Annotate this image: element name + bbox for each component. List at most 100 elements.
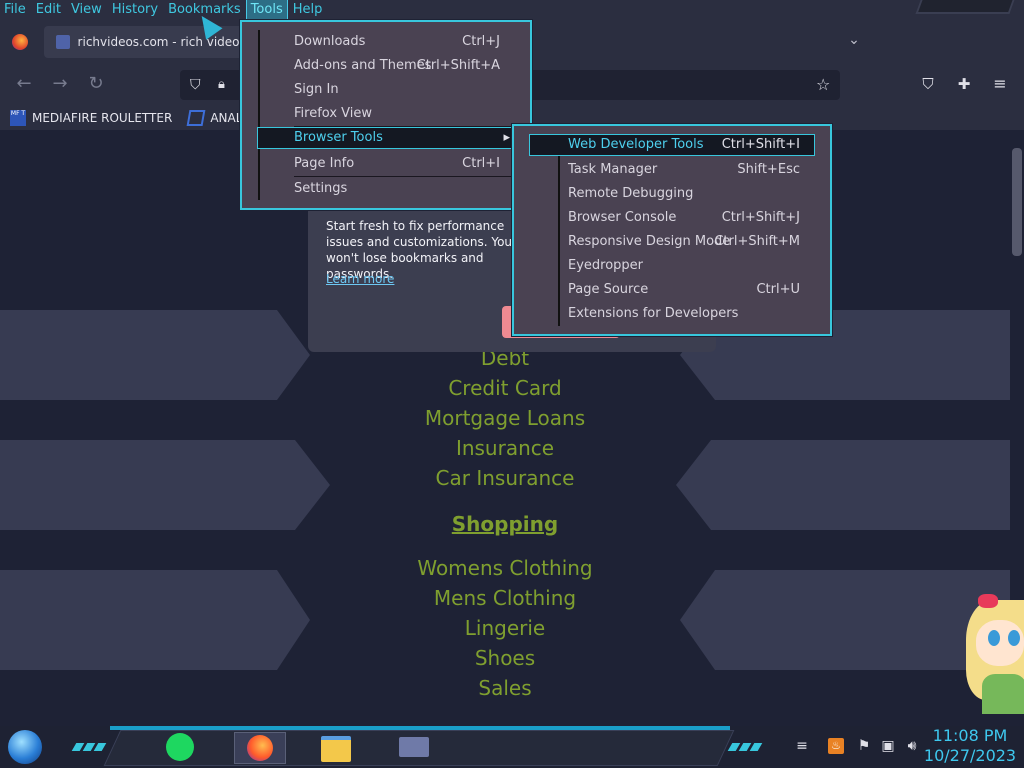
bookmark-star-icon[interactable]: ☆ — [816, 76, 834, 94]
shield-icon[interactable]: ⛉ — [190, 77, 204, 93]
bookmark-site-icon — [186, 110, 206, 126]
menu-item-page-source[interactable]: Page Source Ctrl+U — [568, 278, 800, 302]
menu-item-eyedropper[interactable]: Eyedropper — [568, 254, 800, 278]
menu-item-label: Browser Console — [568, 210, 677, 225]
link-car-insurance[interactable]: Car Insurance — [380, 466, 630, 490]
bookmark-mediafire[interactable]: MF T MEDIAFIRE ROULETTER — [10, 110, 172, 126]
show-hidden-icons[interactable]: ≡ — [794, 738, 810, 754]
menu-item-shortcut: Ctrl+J — [462, 34, 500, 49]
menu-file[interactable]: File — [0, 0, 30, 20]
browser-tools-submenu: Web Developer Tools Ctrl+Shift+I Task Man… — [512, 124, 832, 336]
firefox-view-icon[interactable] — [12, 34, 28, 50]
menu-tools[interactable]: Tools — [245, 0, 288, 21]
taskbar-decoration — [71, 740, 110, 751]
hamburger-menu-icon[interactable]: ≡ — [990, 74, 1010, 94]
window-icon — [399, 737, 429, 757]
start-orb-button[interactable] — [8, 730, 42, 764]
link-mortgage-loans[interactable]: Mortgage Loans — [380, 406, 630, 430]
menu-item-page-info[interactable]: Page Info Ctrl+I — [294, 152, 500, 176]
clock-time[interactable]: 11:08 PM — [920, 726, 1020, 745]
menu-item-shortcut: Ctrl+Shift+A — [416, 58, 500, 73]
menu-item-shortcut: Ctrl+I — [462, 156, 500, 171]
menu-gutter — [558, 134, 560, 326]
menu-item-shortcut: Ctrl+Shift+M — [714, 234, 800, 249]
link-lingerie[interactable]: Lingerie — [380, 616, 630, 640]
menu-item-label: Task Manager — [568, 162, 658, 177]
menu-item-label: Page Source — [568, 282, 649, 297]
link-shoes[interactable]: Shoes — [380, 646, 630, 670]
tab-richvideos[interactable]: richvideos.com - rich videos R — [44, 26, 252, 58]
background-shape — [676, 440, 1010, 530]
submenu-arrow-icon: ▸ — [503, 130, 510, 145]
network-icon[interactable]: ▣ — [880, 738, 896, 754]
tools-menu: Downloads Ctrl+J Add-ons and Themes Ctrl+S… — [240, 20, 532, 210]
link-insurance[interactable]: Insurance — [380, 436, 630, 460]
folder-icon — [321, 736, 351, 762]
link-credit-card[interactable]: Credit Card — [380, 376, 630, 400]
menu-item-task-manager[interactable]: Task Manager Shift+Esc — [568, 158, 800, 182]
menu-item-label: Add-ons and Themes — [294, 58, 432, 73]
background-shape — [0, 440, 330, 530]
reload-icon[interactable]: ↻ — [82, 70, 110, 98]
menu-item-label: Settings — [294, 181, 348, 196]
menu-item-label: Eyedropper — [568, 258, 644, 273]
taskbar-app-window[interactable] — [384, 732, 444, 762]
link-sales[interactable]: Sales — [380, 676, 630, 700]
action-center-flag-icon[interactable]: ⚑ — [856, 738, 872, 754]
taskbar-app-file-explorer[interactable] — [320, 732, 352, 762]
background-shape — [680, 570, 1010, 670]
menu-item-label: Responsive Design Mode — [568, 234, 731, 249]
menu-item-addons-themes[interactable]: Add-ons and Themes Ctrl+Shift+A — [294, 54, 500, 78]
menu-history[interactable]: History — [108, 0, 162, 20]
link-mens-clothing[interactable]: Mens Clothing — [380, 586, 630, 610]
section-title-shopping[interactable]: Shopping — [380, 512, 630, 536]
site-favicon-icon — [56, 35, 70, 49]
menu-item-shortcut: Ctrl+U — [756, 282, 800, 297]
menu-gutter — [258, 30, 260, 200]
menu-item-browser-console[interactable]: Browser Console Ctrl+Shift+J — [568, 206, 800, 230]
menu-item-sign-in[interactable]: Sign In — [294, 78, 500, 102]
menu-item-downloads[interactable]: Downloads Ctrl+J — [294, 30, 500, 54]
learn-more-link[interactable]: Learn more — [326, 272, 394, 286]
menu-item-web-developer-tools[interactable]: Web Developer Tools Ctrl+Shift+I — [529, 134, 815, 156]
pocket-icon[interactable]: ⛉ — [918, 74, 938, 94]
taskbar-app-spotify[interactable] — [164, 732, 196, 762]
taskbar-app-firefox[interactable] — [234, 732, 286, 764]
background-shape — [0, 310, 310, 400]
menu-view[interactable]: View — [67, 0, 106, 20]
menu-item-extensions-for-developers[interactable]: Extensions for Developers — [568, 302, 800, 326]
extensions-puzzle-icon[interactable]: ✚ — [954, 74, 974, 94]
menu-item-settings[interactable]: Settings — [294, 177, 500, 201]
menu-item-remote-debugging[interactable]: Remote Debugging — [568, 182, 800, 206]
bookmark-label: MEDIAFIRE ROULETTER — [32, 111, 173, 125]
menu-item-label: Page Info — [294, 156, 355, 171]
taskbar-decoration — [727, 740, 766, 751]
menu-item-label: Firefox View — [294, 106, 373, 121]
menu-item-shortcut: Ctrl+Shift+I — [721, 137, 800, 152]
link-womens-clothing[interactable]: Womens Clothing — [380, 556, 630, 580]
clock-date[interactable]: 10/27/2023 — [920, 746, 1020, 765]
firefox-icon — [247, 735, 273, 761]
menu-help[interactable]: Help — [289, 0, 327, 20]
volume-icon[interactable]: 🔊︎ — [904, 738, 920, 754]
menu-item-shortcut: Shift+Esc — [737, 162, 800, 177]
menu-item-label: Sign In — [294, 82, 339, 97]
menu-item-label: Browser Tools — [294, 130, 383, 145]
menu-item-responsive-design-mode[interactable]: Responsive Design Mode Ctrl+Shift+M — [568, 230, 800, 254]
spotify-icon — [166, 733, 194, 761]
menu-item-browser-tools[interactable]: Browser Tools ▸ — [257, 127, 515, 149]
menu-item-label: Web Developer Tools — [568, 137, 704, 152]
menu-edit[interactable]: Edit — [32, 0, 65, 20]
menu-bar: File Edit View History Bookmarks Tools H… — [0, 0, 1024, 21]
lock-icon[interactable]: 🔒︎ — [218, 77, 232, 93]
java-tray-icon[interactable]: ♨ — [828, 738, 844, 754]
menu-separator — [294, 126, 514, 127]
menu-item-label: Remote Debugging — [568, 186, 694, 201]
tab-title: richvideos.com - rich videos R — [77, 35, 252, 49]
tab-list-chevron-down-icon[interactable]: ⌄ — [846, 32, 862, 48]
menu-item-firefox-view[interactable]: Firefox View — [294, 102, 500, 126]
forward-arrow-icon[interactable]: → — [46, 70, 74, 98]
scrollbar-thumb[interactable] — [1012, 148, 1022, 256]
window-decoration — [915, 0, 1015, 14]
back-arrow-icon[interactable]: ← — [10, 70, 38, 98]
